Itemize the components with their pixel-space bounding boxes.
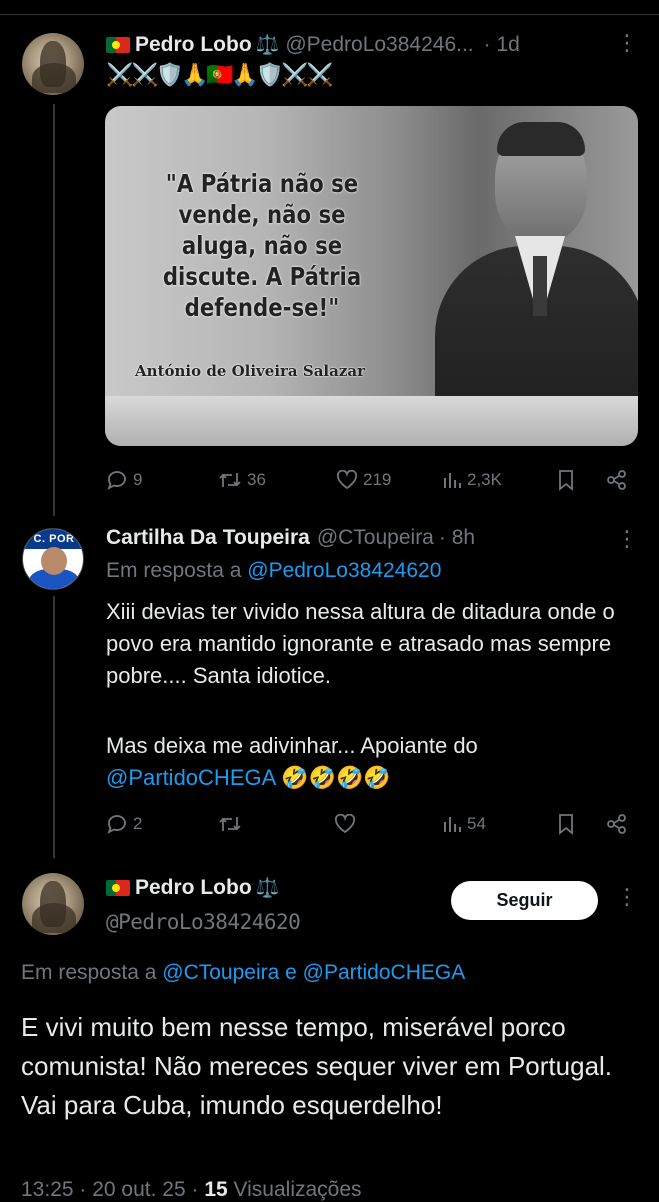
reply-context: Em resposta a @CToupeira e @PartidoCHEGA	[21, 961, 465, 985]
top-divider	[0, 14, 659, 15]
repost-count: 36	[247, 470, 266, 489]
post-header: Cartilha Da Toupeira @CToupeira · 8h	[106, 526, 475, 550]
repost-icon	[219, 473, 241, 487]
post-time[interactable]: · 1d	[484, 33, 520, 57]
reply-mention[interactable]: @PartidoCHEGA	[303, 961, 466, 984]
reply-context: Em resposta a @PedroLo38424620	[106, 559, 441, 583]
action-bar: 9 36 219 2,3K	[106, 468, 636, 492]
avatar[interactable]: C. POR	[22, 528, 84, 590]
image-quote: "A Pátria não se vende, não se aluga, nã…	[162, 169, 362, 322]
views-count: 2,3K	[467, 470, 502, 489]
display-name[interactable]: Pedro Lobo	[135, 876, 252, 900]
reply-count: 9	[133, 470, 143, 489]
reply-icon	[107, 815, 126, 834]
emoji: 🛡️	[256, 62, 284, 87]
display-name[interactable]: Cartilha Da Toupeira	[106, 526, 310, 550]
reply-mention[interactable]: @PedroLo38424620	[247, 559, 441, 582]
post-time[interactable]: · 8h	[439, 526, 475, 550]
portugal-flag-icon	[106, 880, 130, 896]
more-options-icon[interactable]: ⋮	[616, 30, 638, 56]
heart-icon	[336, 470, 358, 490]
views-count: 54	[467, 814, 486, 833]
emoji: 🇵🇹	[206, 62, 234, 87]
more-options-icon[interactable]: ⋮	[616, 526, 638, 552]
more-options-icon[interactable]: ⋮	[616, 884, 638, 910]
user-handle[interactable]: @PedroLo38424620	[106, 910, 301, 934]
image-author: António de Oliveira Salazar	[135, 362, 365, 380]
bookmark-icon	[559, 814, 573, 835]
timestamp[interactable]: 13:25 · 20 out. 25 ·	[21, 1178, 198, 1201]
emoji: ⚔️	[281, 62, 309, 87]
post-image[interactable]: "A Pátria não se vende, não se aluga, nã…	[105, 106, 638, 446]
share-button[interactable]	[606, 813, 628, 835]
post-meta: 13:25 · 20 out. 25 · 15 Visualizações	[21, 1178, 362, 1202]
reply-icon	[107, 471, 126, 490]
share-icon	[607, 814, 626, 834]
emoji: 🙏	[231, 62, 259, 87]
like-button[interactable]: 219	[336, 470, 391, 490]
emoji: 🙏	[181, 62, 209, 87]
scales-icon: ⚖️	[255, 878, 280, 899]
heart-icon	[334, 814, 356, 834]
repost-button[interactable]: 36	[218, 470, 266, 490]
post-text: E vivi muito bem nesse tempo, miserável …	[21, 1012, 613, 1120]
post-text: Xiii devias ter vivido nessa altura de d…	[106, 599, 615, 688]
follow-button[interactable]: Seguir	[451, 881, 598, 920]
reply-prefix: Em resposta a	[21, 961, 157, 984]
like-button[interactable]	[334, 814, 356, 834]
user-handle[interactable]: @PedroLo384246...	[285, 33, 473, 57]
like-count: 219	[363, 470, 392, 489]
post-text-line: Mas deixa me adivinhar... Apoiante do	[106, 733, 478, 758]
reply-count: 2	[133, 814, 143, 833]
reply-button[interactable]: 9	[106, 470, 142, 490]
share-button[interactable]	[606, 469, 628, 491]
bookmark-icon	[559, 470, 573, 491]
views-icon	[444, 817, 461, 832]
scales-icon: ⚖️	[255, 35, 280, 56]
share-icon	[607, 470, 626, 490]
avatar-label: C. POR	[23, 529, 83, 549]
views-count: 15	[204, 1178, 228, 1201]
display-name[interactable]: Pedro Lobo	[135, 33, 252, 57]
bookmark-button[interactable]	[556, 813, 576, 835]
bookmark-button[interactable]	[556, 469, 576, 491]
reply-joiner: e	[285, 961, 297, 984]
action-bar: 2 54	[106, 812, 636, 836]
avatar[interactable]	[22, 33, 84, 95]
emoji: ⚔️	[306, 62, 334, 87]
emoji: 🤣🤣🤣🤣	[281, 765, 391, 790]
views-button[interactable]: 54	[442, 814, 486, 834]
thread-connector	[53, 104, 55, 516]
post-text-2: Mas deixa me adivinhar... Apoiante do @P…	[106, 730, 646, 794]
post-text: ⚔️ ⚔️ 🛡️ 🙏 🇵🇹 🙏 🛡️ ⚔️ ⚔️	[106, 62, 334, 88]
reply-prefix: Em resposta a	[106, 559, 242, 582]
avatar[interactable]	[22, 873, 84, 935]
views-label: Visualizações	[233, 1178, 362, 1201]
repost-icon	[219, 817, 241, 831]
views-icon	[444, 473, 461, 488]
views-button[interactable]: 2,3K	[442, 470, 502, 490]
mention-link[interactable]: @PartidoCHEGA	[106, 765, 275, 790]
portugal-flag-icon	[106, 37, 130, 53]
reply-button[interactable]: 2	[106, 814, 142, 834]
emoji: ⚔️	[131, 62, 159, 87]
repost-button[interactable]	[218, 814, 242, 834]
emoji: ⚔️	[106, 62, 134, 87]
user-handle[interactable]: @CToupeira	[317, 526, 434, 550]
emoji: 🛡️	[156, 62, 184, 87]
reply-mention[interactable]: @CToupeira	[162, 961, 279, 984]
thread-connector	[53, 596, 55, 858]
post-header: Pedro Lobo ⚖️	[106, 876, 285, 900]
post-header: Pedro Lobo ⚖️ @PedroLo384246... · 1d	[106, 33, 520, 57]
